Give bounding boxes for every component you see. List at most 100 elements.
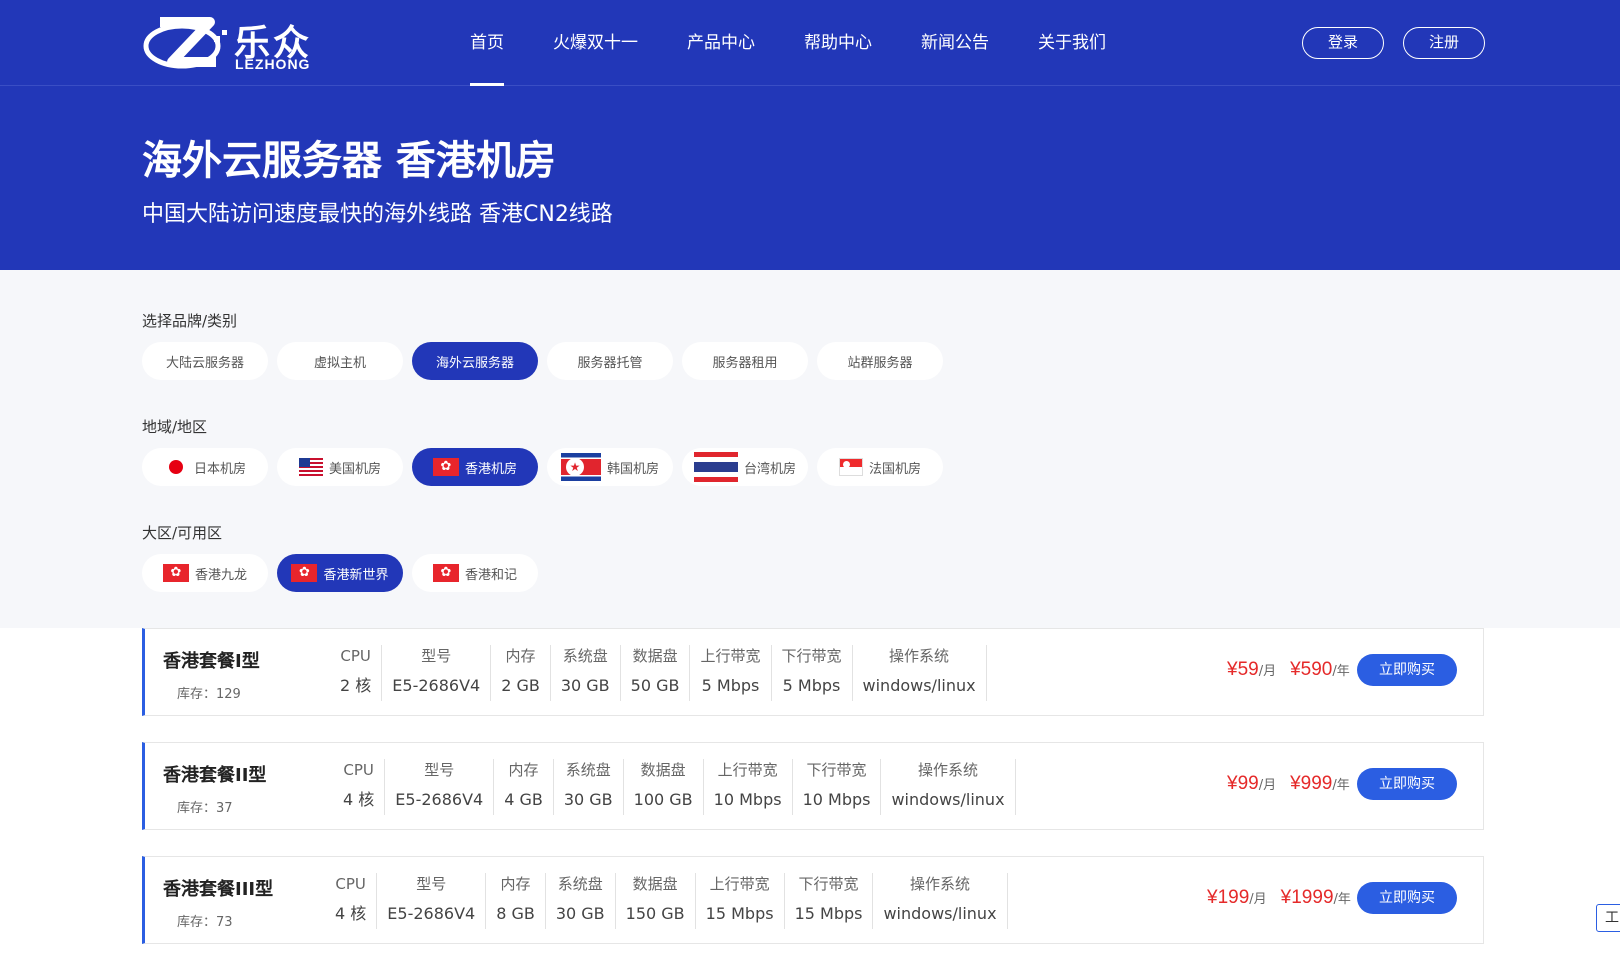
lezhong-logo-icon bbox=[143, 17, 227, 69]
brand-option-server-rental[interactable]: 服务器租用 bbox=[682, 342, 808, 380]
main-nav: 首页 火爆双十一 产品中心 帮助中心 新闻公告 关于我们 bbox=[470, 0, 1155, 86]
spec-model: 型号 E5-2686V4 bbox=[382, 645, 492, 701]
nav-about[interactable]: 关于我们 bbox=[1038, 0, 1106, 86]
region-option-label: 台湾机房 bbox=[743, 461, 796, 477]
buy-now-button[interactable]: 立即购买 bbox=[1357, 768, 1457, 800]
product-card: 香港套餐I型 库存：129 CPU 2 核 型号 E5-2686V4 内存 2 GB … bbox=[142, 628, 1484, 716]
product-name: 香港套餐II型 bbox=[163, 765, 267, 786]
spec-upload-bandwidth: 上行带宽 15 Mbps bbox=[696, 873, 785, 929]
spec-system-disk: 系统盘 30 GB bbox=[546, 873, 616, 929]
brand-option-overseas-cloud[interactable]: 海外云服务器 bbox=[412, 342, 538, 380]
product-price: ¥199/月 ¥1999/年 bbox=[1207, 887, 1351, 908]
top-navbar: 乐众 LEZHONG 首页 火爆双十一 产品中心 帮助中心 新闻公告 关于我们 … bbox=[0, 0, 1620, 86]
product-card: 香港套餐II型 库存：37 CPU 4 核 型号 E5-2686V4 内存 4 GB … bbox=[142, 742, 1484, 830]
spec-model: 型号 E5-2686V4 bbox=[385, 759, 495, 815]
product-stock: 库存：129 bbox=[177, 687, 241, 702]
nav-help[interactable]: 帮助中心 bbox=[804, 0, 872, 86]
logo[interactable]: 乐众 LEZHONG bbox=[142, 12, 317, 76]
spec-memory: 内存 4 GB bbox=[494, 759, 554, 815]
spec-data-disk: 数据盘 50 GB bbox=[621, 645, 691, 701]
spec-os: 操作系统 windows/linux bbox=[853, 645, 987, 701]
region-filter-label: 地域/地区 bbox=[142, 418, 208, 436]
price-monthly: ¥199 bbox=[1207, 887, 1250, 908]
price-monthly: ¥99 bbox=[1227, 773, 1259, 794]
hongkong-flag-icon bbox=[162, 564, 189, 582]
nav-double-eleven[interactable]: 火爆双十一 bbox=[553, 0, 638, 86]
zone-option-hutchison[interactable]: 香港和记 bbox=[412, 554, 538, 592]
spec-memory: 内存 8 GB bbox=[486, 873, 546, 929]
product-name: 香港套餐I型 bbox=[163, 651, 260, 672]
spec-data-disk: 数据盘 150 GB bbox=[616, 873, 696, 929]
product-price: ¥59/月 ¥590/年 bbox=[1227, 659, 1350, 680]
korea-flag-icon bbox=[560, 453, 601, 481]
spec-download-bandwidth: 下行带宽 15 Mbps bbox=[785, 873, 874, 929]
product-price: ¥99/月 ¥999/年 bbox=[1227, 773, 1350, 794]
zone-option-label: 香港新世界 bbox=[323, 567, 389, 583]
spec-os: 操作系统 windows/linux bbox=[873, 873, 1008, 929]
price-yearly: ¥1999 bbox=[1280, 887, 1334, 908]
region-option-france[interactable]: 法国机房 bbox=[817, 448, 943, 486]
zone-filter-label: 大区/可用区 bbox=[142, 524, 223, 542]
spec-upload-bandwidth: 上行带宽 5 Mbps bbox=[690, 645, 772, 701]
register-button[interactable]: 注册 bbox=[1403, 27, 1485, 59]
logo-en-text: LEZHONG bbox=[235, 56, 311, 72]
brand-filter-options: 大陆云服务器 虚拟主机 海外云服务器 服务器托管 服务器租用 站群服务器 bbox=[142, 342, 952, 380]
singapore-flag-icon bbox=[838, 458, 863, 476]
zone-option-new-world[interactable]: 香港新世界 bbox=[277, 554, 403, 592]
brand-option-virtual-host[interactable]: 虚拟主机 bbox=[277, 342, 403, 380]
brand-option-colocation[interactable]: 服务器托管 bbox=[547, 342, 673, 380]
zone-option-label: 香港九龙 bbox=[194, 567, 247, 583]
region-option-label: 美国机房 bbox=[328, 461, 381, 477]
spec-data-disk: 数据盘 100 GB bbox=[624, 759, 704, 815]
product-specs: CPU 2 核 型号 E5-2686V4 内存 2 GB 系统盘 30 GB 数据盘 50… bbox=[330, 645, 987, 701]
product-specs: CPU 4 核 型号 E5-2686V4 内存 8 GB 系统盘 30 GB 数据盘 15… bbox=[325, 873, 1008, 929]
product-specs: CPU 4 核 型号 E5-2686V4 内存 4 GB 系统盘 30 GB 数据盘 10… bbox=[333, 759, 1016, 815]
nav-home[interactable]: 首页 bbox=[470, 0, 504, 86]
zone-option-kowloon[interactable]: 香港九龙 bbox=[142, 554, 268, 592]
hongkong-flag-icon bbox=[291, 564, 318, 582]
japan-flag-icon bbox=[163, 458, 188, 476]
brand-option-mainland-cloud[interactable]: 大陆云服务器 bbox=[142, 342, 268, 380]
spec-model: 型号 E5-2686V4 bbox=[377, 873, 487, 929]
hongkong-flag-icon bbox=[432, 564, 459, 582]
page-subtitle: 中国大陆访问速度最快的海外线路 香港CN2线路 bbox=[142, 202, 613, 227]
buy-now-button[interactable]: 立即购买 bbox=[1357, 654, 1457, 686]
nav-products[interactable]: 产品中心 bbox=[687, 0, 755, 86]
hongkong-flag-icon bbox=[432, 458, 459, 476]
spec-system-disk: 系统盘 30 GB bbox=[551, 645, 621, 701]
price-monthly: ¥59 bbox=[1227, 659, 1259, 680]
brand-option-site-group[interactable]: 站群服务器 bbox=[817, 342, 943, 380]
thailand-flag-icon bbox=[693, 452, 738, 482]
spec-cpu: CPU 4 核 bbox=[325, 873, 378, 929]
price-yearly: ¥590 bbox=[1290, 659, 1333, 680]
spec-system-disk: 系统盘 30 GB bbox=[554, 759, 624, 815]
region-filter-options: 日本机房 美国机房 香港机房 韩国机房 台湾机房 法国机房 bbox=[142, 448, 952, 486]
spec-cpu: CPU 2 核 bbox=[330, 645, 383, 701]
spec-os: 操作系统 windows/linux bbox=[881, 759, 1016, 815]
product-stock: 库存：37 bbox=[177, 801, 233, 816]
region-option-label: 法国机房 bbox=[868, 461, 921, 477]
product-card: 香港套餐III型 库存：73 CPU 4 核 型号 E5-2686V4 内存 8 GB… bbox=[142, 856, 1484, 944]
filter-panel: 选择品牌/类别 大陆云服务器 虚拟主机 海外云服务器 服务器托管 服务器租用 站… bbox=[0, 270, 1620, 628]
region-option-label: 韩国机房 bbox=[606, 461, 659, 477]
region-option-japan[interactable]: 日本机房 bbox=[142, 448, 268, 486]
product-stock: 库存：73 bbox=[177, 915, 233, 930]
region-option-korea[interactable]: 韩国机房 bbox=[547, 448, 673, 486]
region-option-label: 日本机房 bbox=[193, 461, 246, 477]
region-option-taiwan[interactable]: 台湾机房 bbox=[682, 448, 808, 486]
region-option-label: 香港机房 bbox=[464, 461, 517, 477]
brand-filter-label: 选择品牌/类别 bbox=[142, 312, 238, 330]
region-option-usa[interactable]: 美国机房 bbox=[277, 448, 403, 486]
zone-filter-options: 香港九龙 香港新世界 香港和记 bbox=[142, 554, 547, 592]
login-button[interactable]: 登录 bbox=[1302, 27, 1384, 59]
buy-now-button[interactable]: 立即购买 bbox=[1357, 882, 1457, 914]
product-name: 香港套餐III型 bbox=[163, 879, 274, 900]
zone-option-label: 香港和记 bbox=[464, 567, 517, 583]
nav-news[interactable]: 新闻公告 bbox=[921, 0, 989, 86]
spec-download-bandwidth: 下行带宽 10 Mbps bbox=[793, 759, 882, 815]
spec-download-bandwidth: 下行带宽 5 Mbps bbox=[772, 645, 853, 701]
spec-cpu: CPU 4 核 bbox=[333, 759, 386, 815]
hero-banner: 海外云服务器 香港机房 中国大陆访问速度最快的海外线路 香港CN2线路 bbox=[0, 86, 1620, 270]
region-option-hongkong[interactable]: 香港机房 bbox=[412, 448, 538, 486]
side-toolbar-button[interactable]: 工 bbox=[1596, 904, 1620, 932]
